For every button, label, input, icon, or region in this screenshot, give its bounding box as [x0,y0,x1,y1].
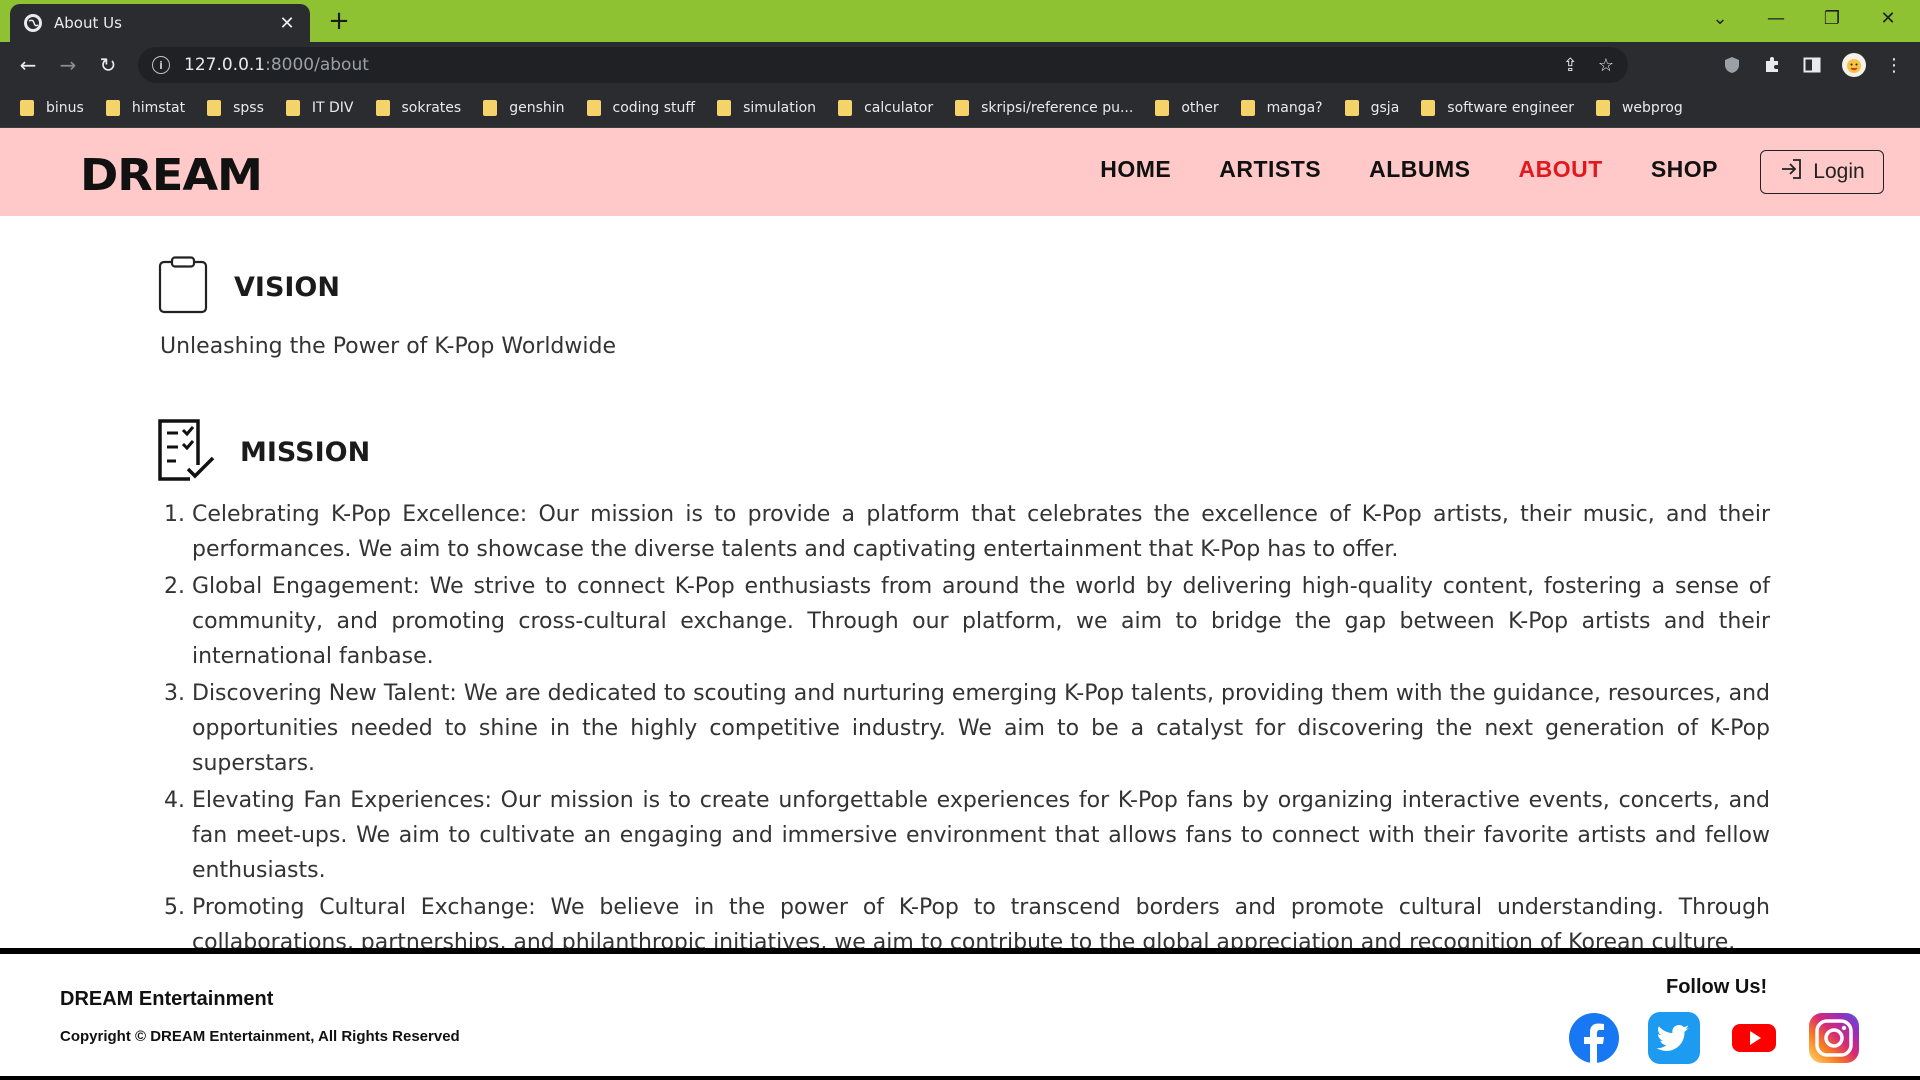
back-arrow-icon[interactable]: ← [8,45,48,85]
list-item: Discovering New Talent: We are dedicated… [192,676,1770,781]
folder-icon [717,99,732,116]
vision-heading: VISION [234,271,340,303]
bookmark-folder[interactable]: skripsi/reference pu... [955,99,1133,116]
list-item: Elevating Fan Experiences: Our mission i… [192,783,1770,888]
bookmarks-bar: binus himstat spss IT DIV sokrates gensh… [0,88,1920,128]
puzzle-extension-icon[interactable] [1752,42,1792,88]
browser-toolbar: ← → ↻ i 127.0.0.1 :8000/about ⇪ ☆ [0,42,1920,88]
folder-icon [285,99,300,116]
site-footer: DREAM Entertainment Copyright © DREAM En… [0,948,1920,1080]
site-info-icon[interactable]: i [152,56,170,74]
site-logo[interactable]: DREAM [80,150,263,201]
follow-us-label: Follow Us! [1666,976,1768,998]
bookmark-folder[interactable]: genshin [483,99,565,116]
nav-albums[interactable]: ALBUMS [1369,156,1470,183]
bookmark-folder[interactable]: other [1155,99,1219,116]
tab-close-icon[interactable]: ✕ [276,13,298,34]
instagram-icon[interactable] [1808,1012,1860,1064]
footer-company: DREAM Entertainment [60,988,274,1010]
forward-arrow-icon[interactable]: → [48,45,88,85]
bookmark-folder[interactable]: sokrates [375,99,461,116]
folder-icon [1595,99,1610,116]
folder-icon [838,99,853,116]
facebook-icon[interactable] [1568,1012,1620,1064]
bookmark-folder[interactable]: coding stuff [586,99,695,116]
checklist-icon [158,419,216,485]
bookmark-folder[interactable]: calculator [838,99,933,116]
nav-artists[interactable]: ARTISTS [1219,156,1321,183]
folder-icon [1155,99,1170,116]
url-host: 127.0.0.1 [184,55,266,75]
bookmark-star-icon[interactable]: ☆ [1598,55,1614,76]
nav-home[interactable]: HOME [1100,156,1171,183]
bookmark-folder[interactable]: spss [207,99,264,116]
mission-section: MISSION Celebrating K-Pop Excellence: Ou… [158,419,1770,960]
main-nav: HOME ARTISTS ALBUMS ABOUT SHOP [1100,156,1718,183]
folder-icon [1421,99,1436,116]
folder-icon [1240,99,1255,116]
folder-icon [20,99,34,116]
browser-tabstrip: About Us ✕ + ⌄ — ❐ ✕ [0,0,1920,42]
footer-copyright: Copyright © DREAM Entertainment, All Rig… [60,1028,460,1045]
reload-icon[interactable]: ↻ [88,45,128,85]
list-item: Celebrating K-Pop Excellence: Our missio… [192,497,1770,567]
login-icon [1779,158,1803,186]
bookmark-folder[interactable]: IT DIV [285,99,354,116]
bottom-border [0,1076,1920,1080]
folder-icon [586,99,601,116]
nav-about[interactable]: ABOUT [1519,156,1603,183]
restore-icon[interactable]: ❐ [1804,0,1860,36]
nav-shop[interactable]: SHOP [1651,156,1718,183]
bookmark-folder[interactable]: software engineer [1421,99,1574,116]
folder-icon [207,99,222,116]
site-header: DREAM HOME ARTISTS ALBUMS ABOUT SHOP Log… [0,128,1920,216]
bookmark-folder[interactable]: himstat [105,99,185,116]
shield-extension-icon[interactable] [1712,42,1752,88]
url-path: :8000/about [265,55,369,75]
folder-icon [105,99,120,116]
about-content: VISION Unleashing the Power of K-Pop Wor… [158,256,1770,962]
globe-icon [24,14,42,32]
tab-title: About Us [54,14,122,32]
bookmark-folder[interactable]: manga? [1240,99,1323,116]
bookmark-folder[interactable]: binus [20,99,84,116]
social-links [1568,1012,1860,1064]
folder-icon [955,99,970,116]
folder-icon [483,99,498,116]
bookmark-folder[interactable]: gsja [1344,99,1399,116]
bookmark-folder[interactable]: webprog [1595,99,1683,116]
profile-avatar[interactable] [1834,42,1874,88]
login-label: Login [1813,160,1865,183]
side-panel-icon[interactable] [1792,42,1832,88]
tab-search-chevron-icon[interactable]: ⌄ [1692,0,1748,36]
youtube-icon[interactable] [1728,1012,1780,1064]
mission-list: Celebrating K-Pop Excellence: Our missio… [158,497,1770,960]
clipboard-icon [158,256,210,318]
vision-text: Unleashing the Power of K-Pop Worldwide [160,334,617,359]
browser-menu-icon[interactable]: ⋮ [1874,42,1914,88]
new-tab-icon[interactable]: + [324,6,354,36]
browser-tab-active[interactable]: About Us ✕ [10,4,310,42]
folder-icon [375,99,390,116]
vision-section: VISION Unleashing the Power of K-Pop Wor… [158,256,1770,359]
list-item: Global Engagement: We strive to connect … [192,569,1770,674]
minimize-icon[interactable]: — [1748,0,1804,36]
folder-icon [1344,99,1359,116]
twitter-icon[interactable] [1648,1012,1700,1064]
bookmark-folder[interactable]: simulation [717,99,816,116]
mission-heading: MISSION [240,436,371,468]
login-button[interactable]: Login [1760,150,1884,194]
address-bar[interactable]: i 127.0.0.1 :8000/about ⇪ ☆ [138,47,1628,83]
window-close-icon[interactable]: ✕ [1860,0,1916,36]
share-icon[interactable]: ⇪ [1563,55,1578,76]
